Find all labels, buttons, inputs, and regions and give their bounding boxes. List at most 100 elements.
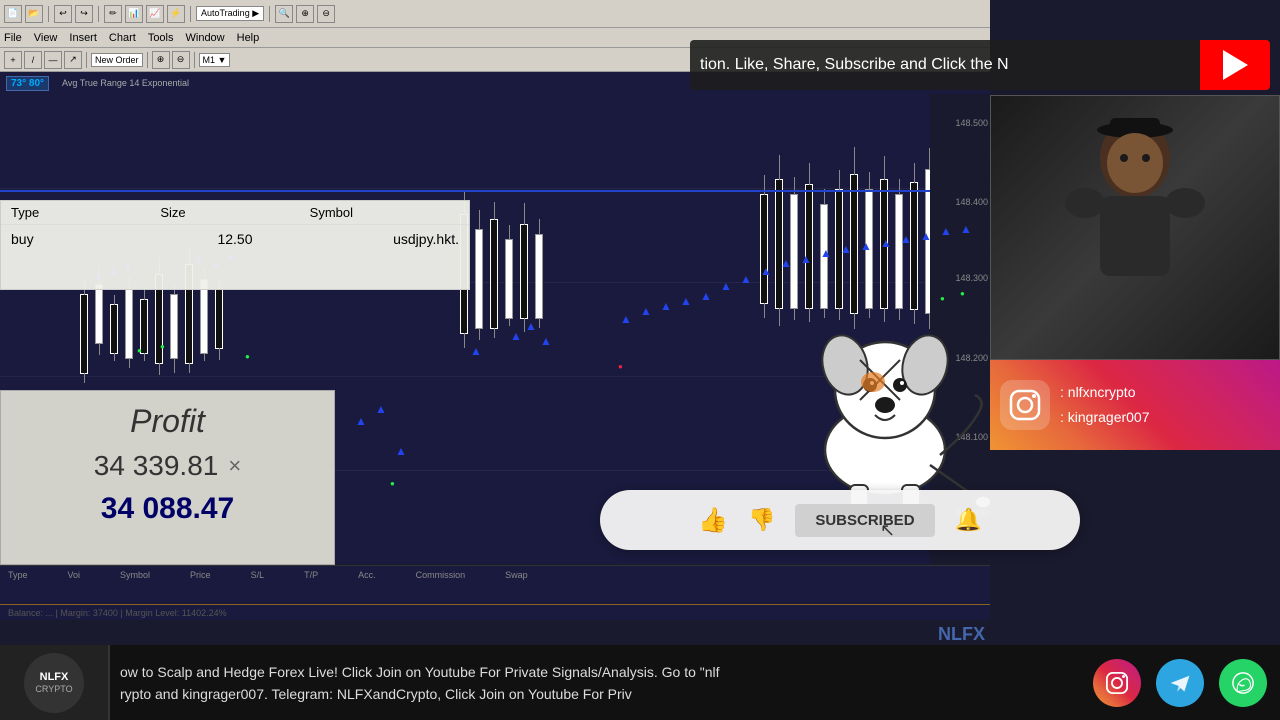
chart-bottom-info: Balance: ... | Margin: 37400 | Margin Le… xyxy=(8,608,227,618)
menu-help[interactable]: Help xyxy=(237,32,260,44)
menu-insert[interactable]: Insert xyxy=(69,32,97,44)
toolbar-btn[interactable]: 🔍 xyxy=(275,5,293,23)
trade-panel: Type Size Symbol buy 12.50 usdjpy.hkt. xyxy=(0,200,470,290)
toolbar-separator xyxy=(86,52,87,68)
instagram-icon xyxy=(1000,380,1050,430)
menu-window[interactable]: Window xyxy=(186,32,225,44)
toolbar-btn[interactable]: ⊖ xyxy=(317,5,335,23)
signal-up-arrow: ▲ xyxy=(510,329,522,343)
signal-up-arrow: ▲ xyxy=(880,236,892,250)
logo-sub: CRYPTO xyxy=(35,684,72,694)
toolbar-btn[interactable]: 📄 xyxy=(4,5,22,23)
tg-icon-svg xyxy=(1167,670,1193,696)
col-vol: Voi xyxy=(68,570,81,580)
profit-close-btn[interactable]: × xyxy=(228,453,241,479)
arrow-btn[interactable]: ↗ xyxy=(64,51,82,69)
toolbar-btn[interactable]: 📊 xyxy=(125,5,143,23)
temp-high: 80° xyxy=(29,78,44,89)
main-toolbar: 📄 📂 ↩ ↪ ✏ 📊 📈 ⚡ AutoTrading ▶ 🔍 ⊕ ⊖ xyxy=(0,0,990,28)
ticker-bar: NLFX CRYPTO ow to Scalp and Hedge Forex … xyxy=(0,645,1280,720)
dog-svg xyxy=(770,310,1000,510)
symbol-header: Symbol xyxy=(310,205,459,220)
toolbar-btn[interactable]: ↩ xyxy=(54,5,72,23)
signal-dot: ● xyxy=(137,346,142,355)
menu-tools[interactable]: Tools xyxy=(148,32,174,44)
profit-panel: Profit 34 339.81 × 34 088.47 xyxy=(0,390,335,565)
instagram-social-btn[interactable] xyxy=(1093,659,1141,707)
signal-dot: ● xyxy=(960,289,965,298)
bottom-chart-labels: Type Voi Symbol Price S/L T/P Acc. Commi… xyxy=(0,566,990,584)
zoom-in-btn[interactable]: ⊕ xyxy=(152,51,170,69)
ig-icon-svg xyxy=(1104,670,1130,696)
signal-up-arrow: ▲ xyxy=(355,414,367,428)
yellow-price-line xyxy=(0,604,990,605)
toolbar-btn[interactable]: ↪ xyxy=(75,5,93,23)
profit-total: 34 088.47 xyxy=(1,486,334,532)
bell-button[interactable]: 🔔 xyxy=(955,507,982,533)
toolbar-btn[interactable]: ✏ xyxy=(104,5,122,23)
signal-up-arrow: ▲ xyxy=(740,272,752,286)
trade-size: 12.50 xyxy=(160,231,309,247)
col-swap: Swap xyxy=(505,570,528,580)
menu-chart[interactable]: Chart xyxy=(109,32,136,44)
toolbar-separator xyxy=(190,6,191,22)
signal-up-arrow: ▲ xyxy=(525,319,537,333)
subscribed-button[interactable]: SUBSCRIBED xyxy=(795,504,934,537)
webcam-video xyxy=(991,96,1279,359)
period-selector[interactable]: M1 ▼ xyxy=(199,53,231,67)
zoom-out-btn[interactable]: ⊖ xyxy=(172,51,190,69)
line-btn[interactable]: / xyxy=(24,51,42,69)
signal-up-arrow: ▲ xyxy=(780,256,792,270)
signal-up-arrow: ▲ xyxy=(940,224,952,238)
profit-value-row: 34 339.81 × xyxy=(1,446,334,486)
type-header: Type xyxy=(11,205,160,220)
toolbar-btn[interactable]: ⊕ xyxy=(296,5,314,23)
temp-display: 73° 80° xyxy=(6,76,49,91)
whatsapp-social-btn[interactable] xyxy=(1219,659,1267,707)
signal-up-arrow: ▲ xyxy=(700,289,712,303)
ticker-line2: rypto and kingrager007. Telegram: NLFXan… xyxy=(110,683,1080,705)
instagram-panel: : nlfxncrypto : kingrager007 xyxy=(990,360,1280,450)
signal-dot: ● xyxy=(390,479,395,488)
logo-main: NLFX xyxy=(40,671,69,684)
signal-up-arrow: ▲ xyxy=(375,402,387,416)
signal-up-arrow: ▲ xyxy=(660,299,672,313)
like-button[interactable]: 👍 xyxy=(698,506,728,535)
price-label-1: 148.500 xyxy=(955,118,988,128)
telegram-social-btn[interactable] xyxy=(1156,659,1204,707)
dislike-button[interactable]: 👎 xyxy=(748,507,775,533)
ig-line2: : kingrager007 xyxy=(1060,405,1150,430)
signal-up-arrow: ▲ xyxy=(540,334,552,348)
signal-dot: ● xyxy=(160,342,165,351)
trade-symbol: usdjpy.hkt. xyxy=(310,231,459,247)
toolbar-btn[interactable]: ⚡ xyxy=(167,5,185,23)
trade-panel-row: buy 12.50 usdjpy.hkt. xyxy=(1,225,469,253)
toolbar-btn[interactable]: 📂 xyxy=(25,5,43,23)
new-order-btn[interactable]: New Order xyxy=(91,53,143,67)
subscribe-bar: 👍 👎 SUBSCRIBED 🔔 xyxy=(600,490,1080,550)
bottom-chart: Type Voi Symbol Price S/L T/P Acc. Commi… xyxy=(0,565,990,620)
menu-file[interactable]: File xyxy=(4,32,22,44)
toolbar-btn[interactable]: 📈 xyxy=(146,5,164,23)
col-price: Price xyxy=(190,570,211,580)
signal-up-arrow: ▲ xyxy=(470,344,482,358)
youtube-notification: tion. Like, Share, Subscribe and Click t… xyxy=(690,40,1270,90)
signal-up-arrow: ▲ xyxy=(760,264,772,278)
col-symbol: Symbol xyxy=(120,570,150,580)
signal-dot: ● xyxy=(940,294,945,303)
mouse-cursor: ↖ xyxy=(880,520,895,541)
crosshair-btn[interactable]: + xyxy=(4,51,22,69)
menu-view[interactable]: View xyxy=(34,32,58,44)
signal-up-arrow: ▲ xyxy=(840,242,852,256)
ticker-line1: ow to Scalp and Hedge Forex Live! Click … xyxy=(110,661,1080,683)
hline-btn[interactable]: — xyxy=(44,51,62,69)
auto-trading-btn[interactable]: AutoTrading ▶ xyxy=(196,6,264,21)
price-line xyxy=(0,190,990,192)
signal-up-arrow: ▲ xyxy=(900,232,912,246)
signal-up-arrow: ▲ xyxy=(720,279,732,293)
youtube-logo[interactable] xyxy=(1200,40,1270,90)
webcam-panel xyxy=(990,95,1280,360)
ticker-content: ow to Scalp and Hedge Forex Live! Click … xyxy=(110,645,1080,720)
signal-up-arrow: ▲ xyxy=(820,246,832,260)
signal-up-arrow: ▲ xyxy=(640,304,652,318)
